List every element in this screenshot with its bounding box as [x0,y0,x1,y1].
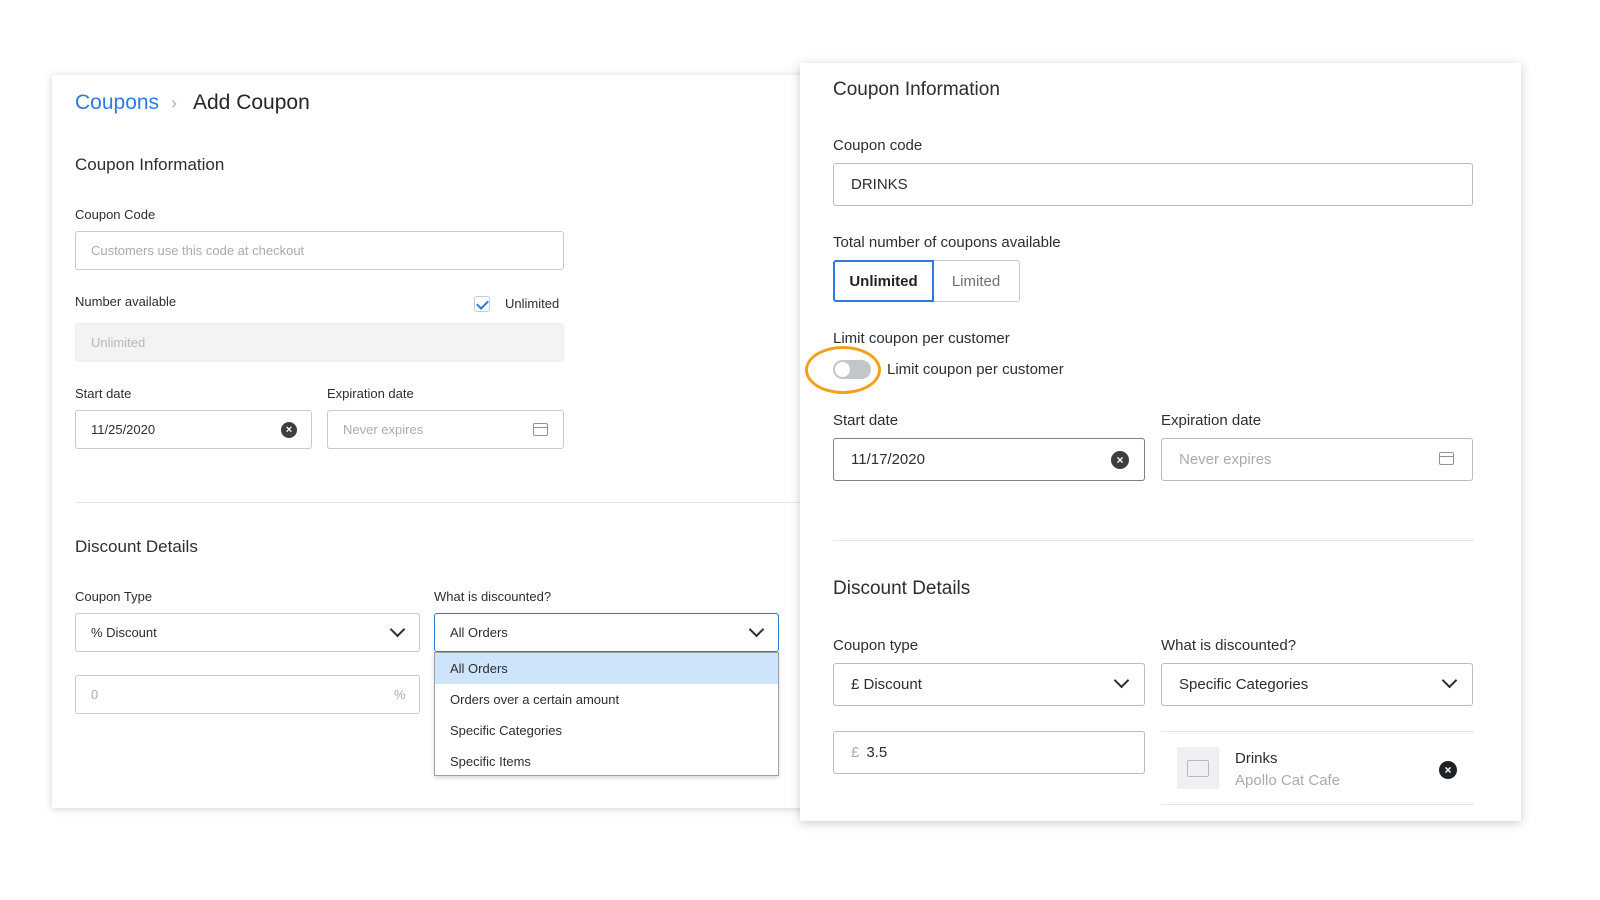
add-coupon-panel: Coupons › Add Coupon Coupon Information … [52,75,812,808]
start-date-input[interactable]: 11/25/2020 × [75,410,312,449]
limit-per-customer-toggle-label: Limit coupon per customer [887,361,1064,378]
category-list-divider-bottom [1161,804,1474,805]
category-list-item: Drinks Apollo Cat Cafe × [1161,732,1474,804]
chevron-right-icon: › [171,93,177,113]
clear-icon[interactable]: × [281,422,297,438]
number-available-label: Number available [75,294,177,309]
start-date-input[interactable]: 11/17/2020 × [833,438,1145,481]
coupon-type-select[interactable]: £ Discount [833,663,1145,706]
discount-details-heading: Discount Details [75,537,198,556]
segment-limited[interactable]: Limited [933,260,1020,302]
what-discounted-select[interactable]: All Orders [434,613,779,652]
start-date-label: Start date [75,386,132,401]
calendar-icon[interactable] [1439,452,1454,465]
page-title: Add Coupon [193,91,310,114]
chevron-down-icon [1113,672,1130,689]
number-available-input: Unlimited [75,323,564,362]
category-name: Drinks [1235,750,1278,767]
clear-icon[interactable]: × [1111,451,1129,469]
unlimited-checkbox[interactable] [474,296,490,312]
what-discounted-select[interactable]: Specific Categories [1161,663,1473,706]
limit-per-customer-label: Limit coupon per customer [833,330,1010,347]
expiration-date-label: Expiration date [327,386,414,401]
dropdown-option-orders-over-amount[interactable]: Orders over a certain amount [435,684,778,715]
coupon-code-label: Coupon code [833,137,923,154]
limit-per-customer-toggle[interactable] [833,360,871,379]
image-placeholder-icon [1177,747,1219,789]
toggle-knob [835,362,850,377]
percent-suffix: % [394,687,406,702]
coupon-type-label: Coupon Type [75,589,153,604]
coupon-type-label: Coupon type [833,637,919,654]
coupon-information-heading: Coupon Information [75,155,225,174]
chevron-down-icon [748,621,765,638]
expiration-date-input[interactable]: Never expires [1161,438,1473,481]
pound-prefix: £ [851,744,860,761]
what-discounted-label: What is discounted? [434,589,552,604]
discount-details-heading: Discount Details [833,578,971,599]
dropdown-option-specific-categories[interactable]: Specific Categories [435,715,778,746]
discount-amount-input[interactable]: 0 % [75,675,420,714]
calendar-icon[interactable] [533,423,548,436]
segment-unlimited[interactable]: Unlimited [833,260,934,302]
what-discounted-dropdown-menu: All Orders Orders over a certain amount … [434,652,779,776]
section-divider [833,540,1474,541]
chevron-down-icon [1441,672,1458,689]
chevron-down-icon [389,621,406,638]
dropdown-option-specific-items[interactable]: Specific Items [435,746,778,777]
expiration-date-input[interactable]: Never expires [327,410,564,449]
section-divider [75,502,812,503]
unlimited-checkbox-label: Unlimited [505,296,560,311]
coupon-type-select[interactable]: % Discount [75,613,420,652]
total-coupons-label: Total number of coupons available [833,234,1061,251]
what-discounted-label: What is discounted? [1161,637,1297,654]
breadcrumb-coupons-link[interactable]: Coupons [75,91,159,115]
coupon-information-heading: Coupon Information [833,79,1000,100]
discount-amount-input[interactable]: £ 3.5 [833,731,1145,774]
coupon-code-input[interactable]: Customers use this code at checkout [75,231,564,270]
coupon-code-input[interactable]: DRINKS [833,163,1473,206]
category-store: Apollo Cat Cafe [1235,772,1341,789]
remove-category-icon[interactable]: × [1439,761,1457,779]
edit-coupon-panel: Coupon Information Coupon code DRINKS To… [800,63,1521,821]
coupon-code-label: Coupon Code [75,207,156,222]
dropdown-option-all-orders[interactable]: All Orders [435,653,778,684]
expiration-date-label: Expiration date [1161,412,1262,429]
start-date-label: Start date [833,412,899,429]
